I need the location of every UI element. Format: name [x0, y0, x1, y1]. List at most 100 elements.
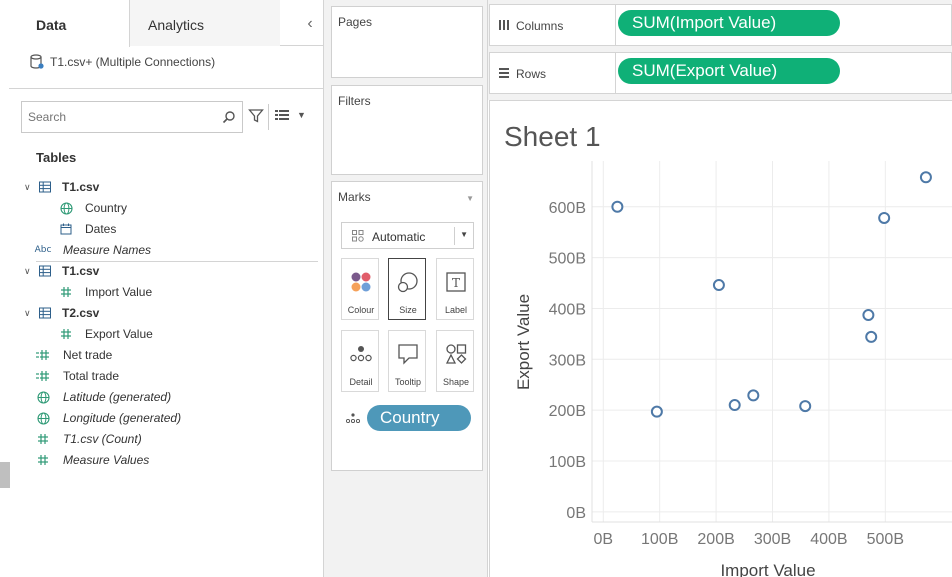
divider	[454, 227, 455, 245]
size-icon	[397, 272, 418, 293]
rows-shelf[interactable]: Rows SUM(Export Value)	[489, 52, 952, 94]
pages-card-title: Pages	[338, 15, 373, 29]
field-item[interactable]: Net trade	[0, 345, 318, 365]
import-value-pill[interactable]: SUM(Import Value)	[618, 10, 840, 36]
datasource-row[interactable]: T1.csv+ (Multiple Connections)	[30, 52, 215, 72]
mark-type-dropdown[interactable]: Automatic ▼	[341, 222, 474, 249]
label-label: Label	[444, 305, 468, 315]
field-item[interactable]: Export Value	[0, 324, 318, 344]
table-row[interactable]: ∨ T1.csv	[0, 177, 318, 197]
detail-button[interactable]: Detail	[341, 330, 379, 392]
detail-icon	[346, 413, 360, 423]
tab-analytics[interactable]: Analytics	[130, 0, 280, 46]
data-pane: Data Analytics ‹ T1.csv+ (Multiple Conne…	[0, 0, 324, 577]
tooltip-button[interactable]: Tooltip	[388, 330, 426, 392]
field-item[interactable]: Dates	[0, 219, 318, 239]
x-tick-label: 400B	[810, 531, 847, 548]
hash-icon	[58, 284, 74, 300]
automatic-mark-icon	[352, 230, 364, 242]
search-box[interactable]	[21, 101, 243, 133]
field-label: Latitude (generated)	[63, 390, 172, 404]
country-pill[interactable]: Country	[367, 405, 471, 431]
filter-icon[interactable]	[248, 108, 264, 124]
chevron-down-icon[interactable]: ∨	[24, 308, 34, 319]
field-item[interactable]: Longitude (generated)	[0, 408, 318, 428]
scatter-point[interactable]	[747, 389, 760, 402]
scatter-point[interactable]	[878, 211, 891, 224]
collapse-pane-icon[interactable]: ‹	[300, 14, 320, 34]
shape-icon	[445, 344, 467, 364]
field-item[interactable]: Measure Values	[0, 450, 318, 470]
columns-icon	[499, 20, 509, 30]
datasource-label: T1.csv+ (Multiple Connections)	[50, 55, 216, 69]
label-button[interactable]: T Label	[436, 258, 474, 320]
scatter-point[interactable]	[919, 171, 932, 184]
colour-label: Colour	[347, 305, 375, 315]
chevron-down-icon[interactable]: ∨	[24, 182, 34, 193]
size-label: Size	[399, 305, 417, 315]
x-tick-label: 500B	[867, 531, 904, 548]
field-label: T1.csv (Count)	[63, 432, 142, 446]
field-label: Country	[85, 201, 128, 215]
scatter-point[interactable]	[650, 405, 663, 418]
x-tick-label: 0B	[593, 531, 613, 548]
search-input[interactable]	[22, 102, 212, 132]
table-icon	[37, 263, 53, 279]
table-row[interactable]: ∨ T2.csv	[0, 303, 318, 323]
label-icon: T	[446, 272, 466, 292]
field-item[interactable]: Abc Measure Names	[0, 240, 318, 260]
scatter-point[interactable]	[611, 200, 624, 213]
table-icon	[37, 305, 53, 321]
filters-card-title: Filters	[338, 94, 371, 108]
search-icon[interactable]	[222, 110, 236, 124]
export-value-pill[interactable]: SUM(Export Value)	[618, 58, 840, 84]
x-tick-label: 200B	[697, 531, 734, 548]
field-item[interactable]: Country	[0, 198, 318, 218]
marks-card-title: Marks	[338, 190, 371, 204]
field-label: Total trade	[63, 369, 120, 383]
scatter-point[interactable]	[865, 330, 878, 343]
scatter-point[interactable]	[799, 400, 812, 413]
table-row[interactable]: ∨ T1.csv	[0, 261, 318, 281]
abc-icon: Abc	[34, 245, 52, 255]
mark-type-label: Automatic	[372, 230, 426, 244]
field-label: Measure Names	[63, 243, 152, 257]
filters-card[interactable]: Filters	[331, 85, 483, 175]
table-icon	[37, 179, 53, 195]
calc-measure-icon	[35, 368, 51, 384]
calc-measure-icon	[35, 347, 51, 363]
field-label: T1.csv	[62, 180, 100, 194]
chevron-down-icon[interactable]: ∨	[24, 266, 34, 277]
field-label: Import Value	[85, 285, 153, 299]
field-item[interactable]: Latitude (generated)	[0, 387, 318, 407]
field-item[interactable]: Total trade	[0, 366, 318, 386]
list-view-icon[interactable]	[275, 109, 289, 121]
tables-heading: Tables	[36, 150, 77, 165]
detail-icon	[350, 346, 372, 362]
colour-icon	[351, 272, 371, 292]
shape-button[interactable]: Shape	[436, 330, 474, 392]
left-scroll-strip	[0, 462, 10, 488]
tooltip-label: Tooltip	[394, 377, 421, 387]
y-axis-title: Export Value	[514, 294, 533, 390]
columns-shelf[interactable]: Columns SUM(Import Value)	[489, 4, 952, 46]
marks-card: Marks ▼ Automatic ▼ Colour Size T Label …	[331, 181, 483, 471]
size-button[interactable]: Size	[388, 258, 426, 320]
pages-card[interactable]: Pages	[331, 6, 483, 78]
colour-button[interactable]: Colour	[341, 258, 379, 320]
field-item[interactable]: T1.csv (Count)	[0, 429, 318, 449]
scatter-point[interactable]	[862, 309, 875, 322]
field-label: Measure Values	[63, 453, 150, 467]
svg-text:T: T	[452, 276, 460, 290]
field-item[interactable]: Import Value	[0, 282, 318, 302]
divider	[9, 88, 324, 89]
scatter-chart: 0B 100B 200B 300B 400B 500B 600B 0B 100B 200B 300B…	[514, 161, 952, 577]
globe-icon	[35, 389, 51, 405]
tooltip-icon	[398, 344, 418, 365]
tab-data[interactable]: Data	[0, 0, 130, 47]
scatter-point[interactable]	[728, 399, 741, 412]
view-dropdown-icon[interactable]: ▼	[297, 110, 306, 120]
field-label: T2.csv	[62, 306, 100, 320]
scatter-point[interactable]	[712, 279, 725, 292]
marks-card-menu-icon[interactable]: ▼	[466, 194, 474, 203]
